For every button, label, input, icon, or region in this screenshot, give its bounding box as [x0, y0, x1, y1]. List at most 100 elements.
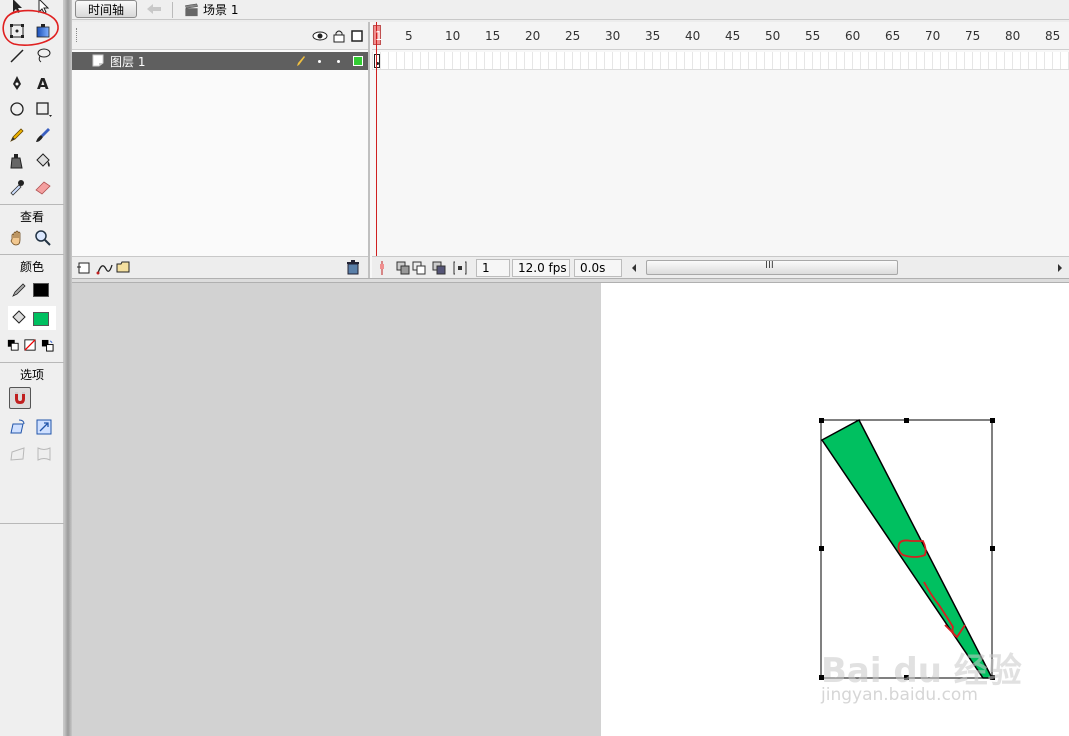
frame-rate-field[interactable]: 12.0 fps [512, 259, 570, 277]
onion-skin-outlines-icon[interactable] [412, 261, 426, 275]
add-motion-guide-icon[interactable] [96, 261, 114, 275]
trash-icon[interactable] [346, 260, 360, 275]
default-colors-button[interactable] [6, 334, 20, 356]
swap-colors-icon [41, 339, 54, 352]
distort-button[interactable] [7, 443, 29, 465]
pen-tool[interactable] [6, 72, 28, 94]
layer-outline-color[interactable] [353, 56, 363, 66]
onion-skin-icon[interactable] [396, 261, 410, 275]
layer-name: 图层 1 [110, 55, 146, 69]
zoom-tool[interactable] [32, 227, 54, 249]
watermark-url: jingyan.baidu.com [821, 685, 978, 705]
scene-breadcrumb[interactable]: 场景 1 [184, 1, 238, 18]
scene-label: 场景 1 [203, 3, 239, 17]
magnet-icon [15, 392, 25, 404]
back-button[interactable] [144, 1, 164, 17]
frame-ruler[interactable]: 1 5 10 15 20 25 30 35 40 45 50 55 60 65 70 75 80 85 [372, 22, 1069, 50]
layer-row[interactable]: 图层 1 [72, 52, 368, 70]
ruler-tick-label: 45 [725, 29, 741, 43]
oval-tool[interactable] [6, 98, 28, 120]
lasso-tool[interactable] [32, 45, 54, 67]
timeline-horizontal-scrollbar[interactable]: III [646, 260, 898, 275]
color-section-label: 颜色 [19, 260, 44, 274]
green-shape[interactable] [820, 418, 994, 679]
swap-colors-button[interactable] [38, 334, 56, 356]
visibility-dot[interactable] [318, 60, 321, 63]
ruler-tick-label: 85 [1045, 29, 1061, 43]
keyframe[interactable] [374, 54, 380, 68]
toolbox-divider [0, 362, 64, 363]
ink-bottle-tool[interactable] [6, 150, 28, 172]
scroll-grip: III [765, 260, 774, 271]
text-a-icon: A [37, 75, 49, 92]
no-color-button[interactable] [22, 334, 38, 356]
eraser-icon [35, 181, 51, 195]
fill-color-swatch[interactable] [33, 312, 49, 326]
ruler-tick-label: 80 [1005, 29, 1021, 43]
text-tool[interactable]: A [32, 72, 54, 94]
ruler-tick-label: 60 [845, 29, 861, 43]
envelope-button[interactable] [33, 443, 55, 465]
black-white-icon [7, 339, 19, 351]
timeline-panel: 图层 1 1 5 10 15 20 25 30 35 40 45 50 55 60 65 70 75 80 85 [72, 22, 1069, 278]
pasteboard[interactable] [72, 283, 601, 736]
envelope-icon [37, 447, 51, 461]
scale-icon [36, 419, 52, 435]
tools-panel: A 查看 颜色 选项 [0, 0, 64, 736]
scroll-right-icon[interactable] [1056, 263, 1064, 273]
ruler-tick-label: 25 [565, 29, 581, 43]
distort-icon [10, 447, 25, 461]
options-section-label: 选项 [19, 368, 44, 382]
layer-frames-row[interactable] [372, 52, 1069, 70]
panel-grip[interactable] [76, 28, 78, 42]
eyedropper-tool[interactable] [6, 176, 28, 198]
line-tool[interactable] [6, 45, 28, 67]
ruler-tick-label: 20 [525, 29, 541, 43]
magnifier-icon [35, 230, 51, 246]
edit-bar: 时间轴 场景 1 [72, 0, 1069, 20]
show-all-eye-icon[interactable] [312, 30, 328, 42]
rectangle-icon [36, 102, 52, 117]
stroke-color-icon [8, 279, 30, 301]
frames-panel: 1 5 10 15 20 25 30 35 40 45 50 55 60 65 70 75 80 85 1 12.… [372, 22, 1069, 278]
back-arrow-icon [147, 4, 161, 14]
lock-all-icon[interactable] [333, 29, 345, 43]
layers-header [72, 22, 368, 50]
scroll-left-icon[interactable] [630, 263, 638, 273]
outline-all-icon[interactable] [351, 30, 363, 42]
snap-to-objects-button[interactable] [9, 387, 31, 409]
flash-ide: A 查看 颜色 选项 时间轴 场景 1 图层 1 1 5 10 15 20 25… [0, 0, 1069, 736]
paint-bucket-tool[interactable] [32, 150, 54, 172]
stage-canvas[interactable]: Bai du 经验 jingyan.baidu.com [601, 283, 1069, 736]
rotate-skew-button[interactable] [7, 416, 29, 438]
eraser-tool[interactable] [32, 176, 54, 198]
layer-page-icon [92, 54, 104, 67]
paint-bucket-icon [36, 153, 50, 167]
scale-button[interactable] [33, 416, 55, 438]
scene-clapper-icon [185, 3, 198, 16]
insert-folder-icon[interactable] [115, 260, 131, 274]
ruler-tick-label: 40 [685, 29, 701, 43]
rectangle-tool[interactable] [32, 98, 54, 120]
toolbox-splitter[interactable] [64, 0, 72, 736]
svg-text:A: A [37, 75, 49, 92]
line-icon [10, 49, 24, 63]
stroke-color-swatch[interactable] [33, 283, 49, 297]
fill-color-icon [8, 307, 30, 329]
center-frame-icon[interactable] [378, 261, 386, 275]
layers-footer [72, 256, 368, 278]
ink-bottle-icon [10, 154, 23, 169]
current-frame-field[interactable]: 1 [476, 259, 510, 277]
insert-layer-icon[interactable] [76, 261, 92, 275]
layers-panel: 图层 1 [72, 22, 370, 278]
pen-nib-icon [13, 76, 21, 90]
ruler-tick-label: 75 [965, 29, 981, 43]
hand-tool[interactable] [6, 227, 28, 249]
modify-onion-markers-icon[interactable] [453, 261, 467, 275]
timeline-toggle-button[interactable]: 时间轴 [75, 0, 137, 18]
edit-multiple-frames-icon[interactable] [432, 261, 446, 275]
ruler-tick-label: 65 [885, 29, 901, 43]
brush-tool[interactable] [32, 124, 54, 146]
pencil-tool[interactable] [6, 124, 28, 146]
lock-dot[interactable] [337, 60, 340, 63]
